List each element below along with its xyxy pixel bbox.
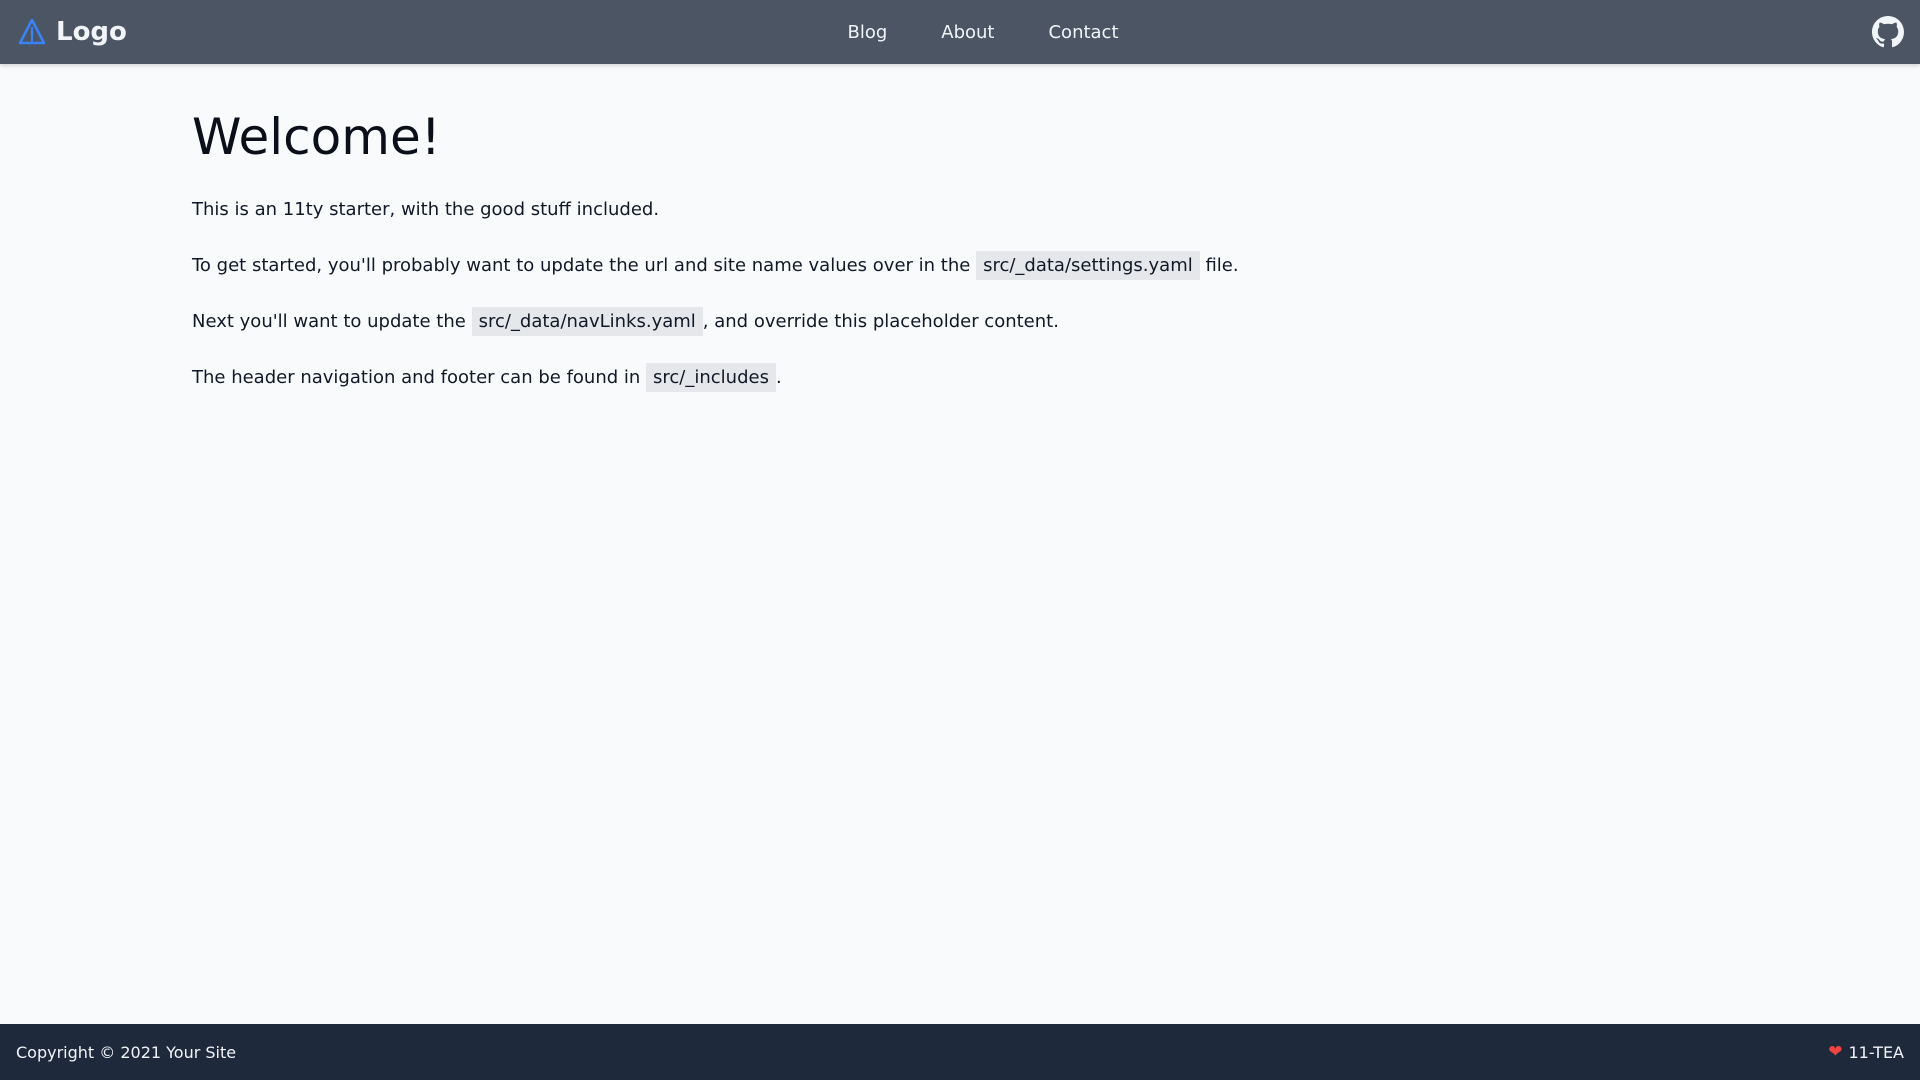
settings-text-after: file. [1205, 255, 1239, 276]
github-link[interactable] [1872, 16, 1904, 48]
main-content: Welcome! This is an 11ty starter, with t… [192, 64, 1728, 392]
heart-icon: ❤ [1828, 1041, 1843, 1062]
settings-path-code: src/_data/settings.yaml [976, 251, 1200, 280]
navlinks-text-after: , and override this placeholder content. [702, 311, 1059, 332]
navlinks-paragraph: Next you'll want to update the src/_data… [192, 307, 1728, 336]
brand-link[interactable]: Logo [18, 0, 127, 64]
main-nav: Blog About Contact [0, 0, 1920, 64]
brand-label: Logo [56, 17, 127, 47]
credit-text: 11-TEA [1848, 1042, 1905, 1062]
navlinks-path-code: src/_data/navLinks.yaml [471, 307, 703, 336]
github-icon [1872, 16, 1904, 48]
navlinks-text-before: Next you'll want to update the [192, 311, 466, 332]
includes-text-after: . [775, 367, 782, 388]
includes-text-before: The header navigation and footer can be … [192, 367, 641, 388]
site-header: Logo Blog About Contact [0, 0, 1920, 64]
triangle-logo-icon [18, 18, 46, 46]
copyright-text: Copyright © 2021 Your Site [16, 1042, 237, 1062]
intro-paragraph: This is an 11ty starter, with the good s… [192, 198, 1728, 222]
page-title: Welcome! [192, 108, 441, 166]
footer-credit: ❤ 11-TEA [1828, 1043, 1904, 1062]
nav-link-blog[interactable]: Blog [847, 22, 887, 43]
nav-link-about[interactable]: About [941, 22, 994, 43]
includes-path-code: src/_includes [646, 363, 776, 392]
settings-text-before: To get started, you'll probably want to … [192, 255, 971, 276]
nav-link-contact[interactable]: Contact [1048, 22, 1118, 43]
intro-text: This is an 11ty starter, with the good s… [192, 199, 660, 220]
includes-paragraph: The header navigation and footer can be … [192, 363, 1728, 392]
site-footer: Copyright © 2021 Your Site ❤ 11-TEA [0, 1024, 1920, 1080]
settings-paragraph: To get started, you'll probably want to … [192, 251, 1728, 280]
